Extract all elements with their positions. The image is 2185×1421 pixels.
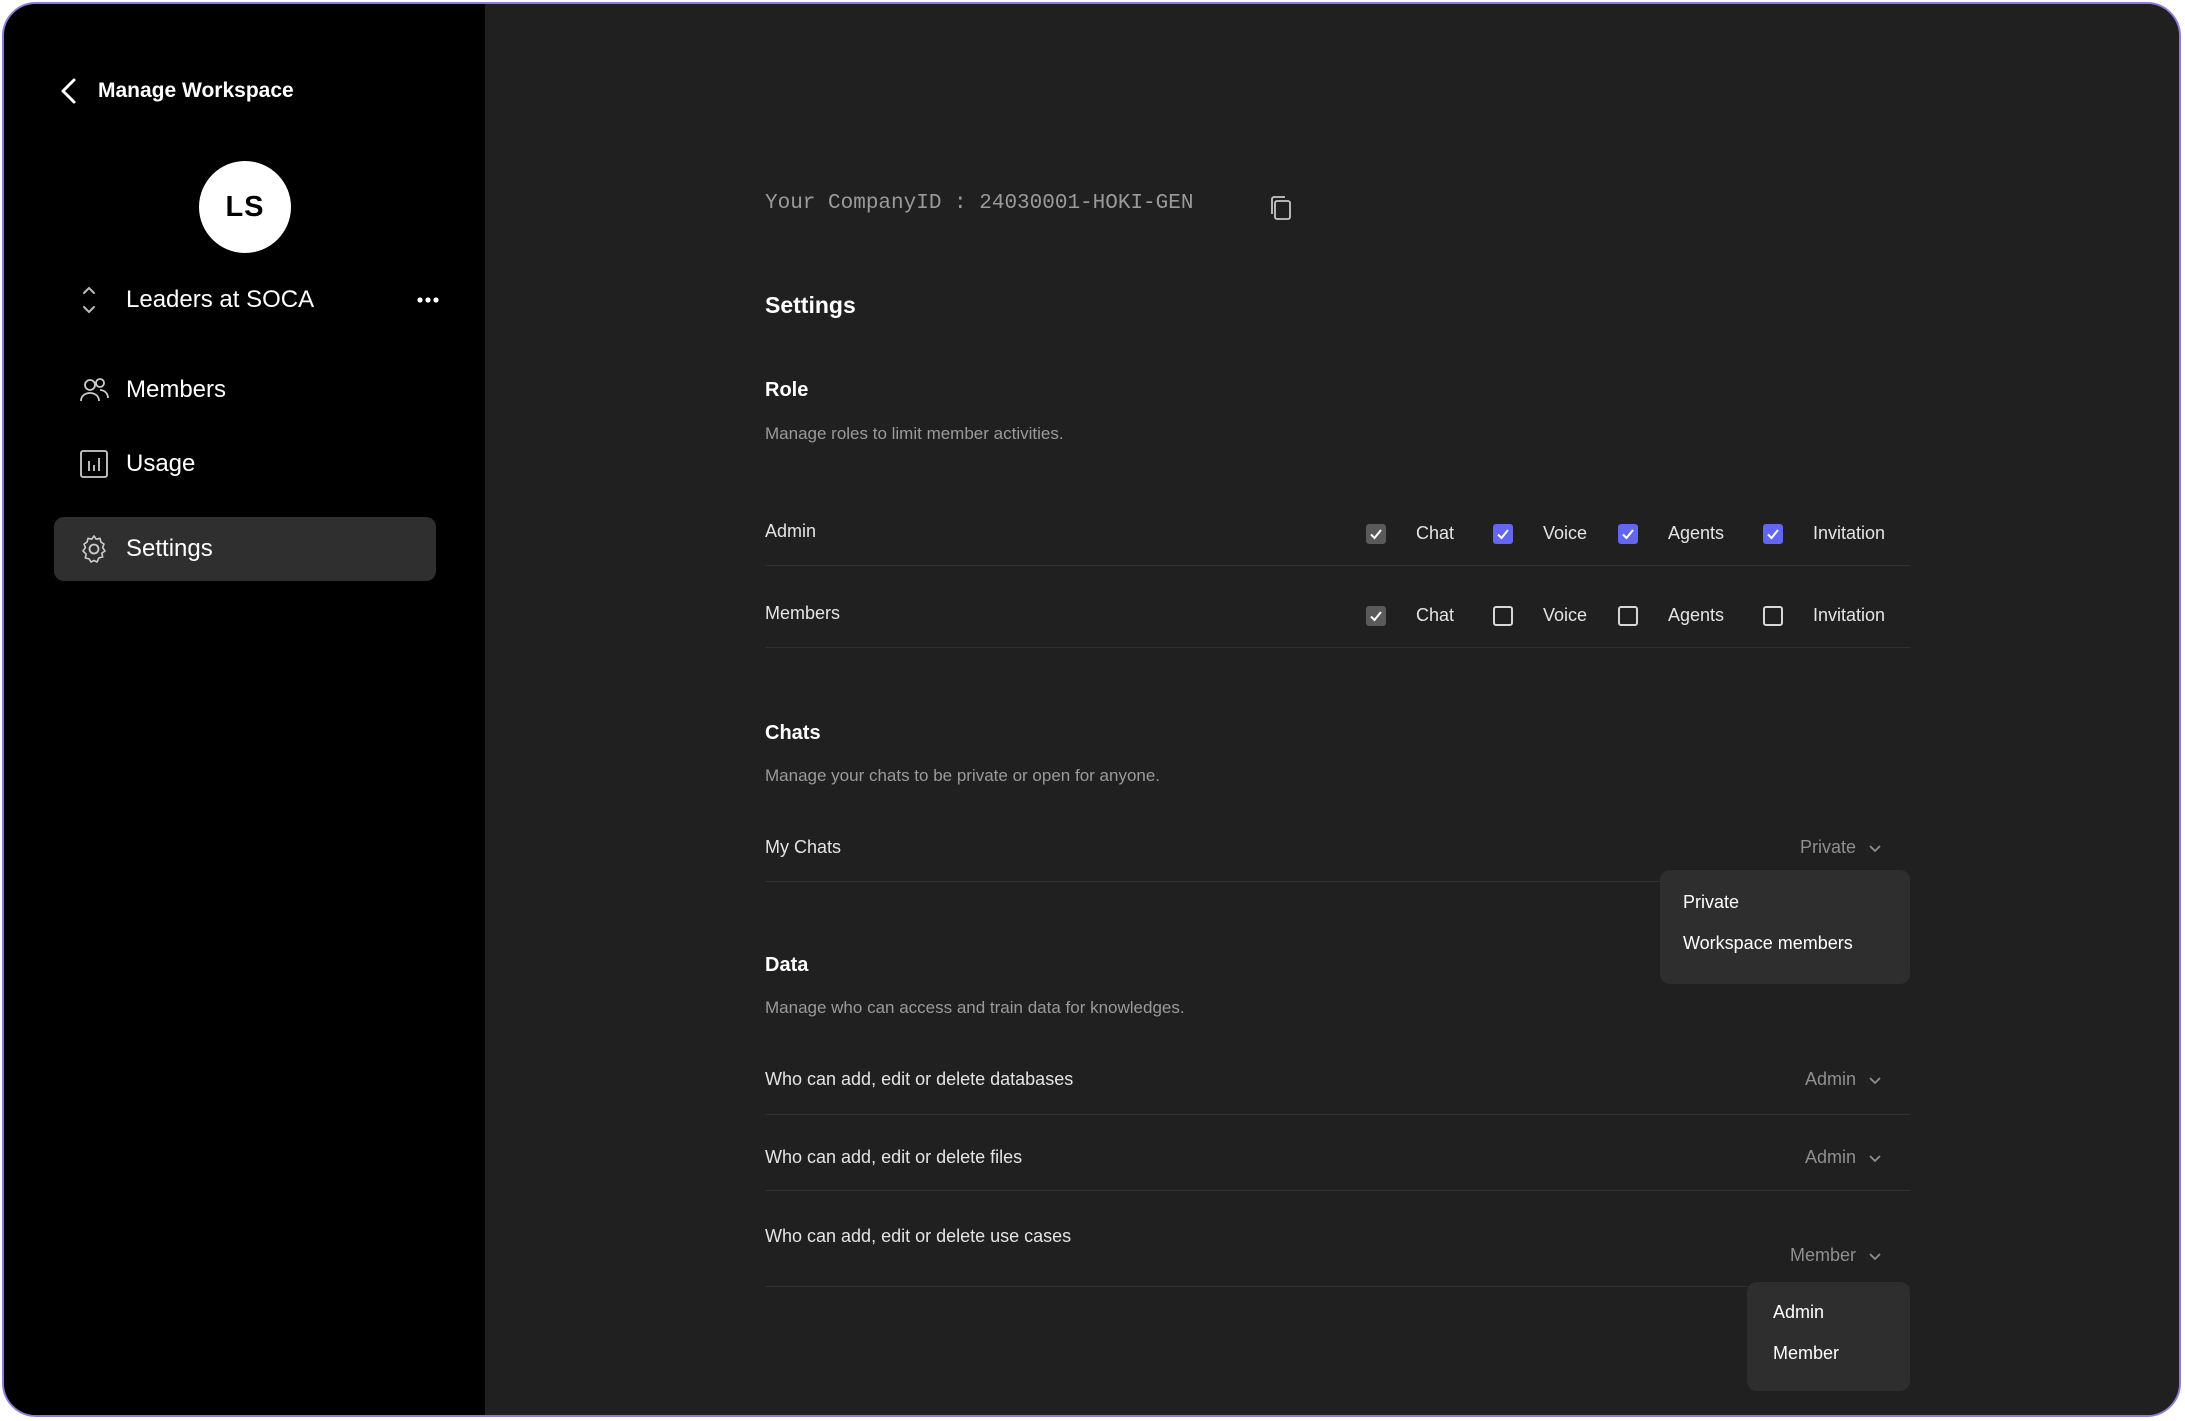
checkbox-checked[interactable] <box>1618 523 1638 544</box>
select-value: Admin <box>1804 1147 1856 1167</box>
select-value: Private <box>1799 837 1856 857</box>
perm-members-agents[interactable]: Agents <box>1618 605 1724 626</box>
data-description: Manage who can access and train data for… <box>765 998 1185 1017</box>
menu-item-workspace-members[interactable]: Workspace members <box>1683 933 1853 954</box>
perm-admin-voice[interactable]: Voice <box>1493 523 1587 544</box>
sidebar-item-settings[interactable]: Settings <box>54 517 436 581</box>
more-icon[interactable] <box>416 295 440 305</box>
role-row-members-label: Members <box>765 603 841 623</box>
sidebar-item-usage[interactable]: Usage <box>54 432 436 496</box>
data-row-use-cases-label: Who can add, edit or delete use cases <box>765 1226 1072 1246</box>
checkbox-checked-locked[interactable] <box>1366 523 1386 544</box>
use-cases-dropdown-menu: Admin Member <box>1747 1282 1910 1391</box>
chats-heading: Chats <box>765 722 821 744</box>
divider <box>765 565 1910 566</box>
divider <box>765 1114 1910 1115</box>
role-row-admin-label: Admin <box>765 521 817 541</box>
perm-label: Invitation <box>1813 523 1886 543</box>
workspace-switcher[interactable]: Leaders at SOCA <box>80 282 440 318</box>
perm-members-invitation[interactable]: Invitation <box>1763 605 1885 626</box>
chats-dropdown-menu: Private Workspace members <box>1660 870 1910 984</box>
role-description: Manage roles to limit member activities. <box>765 424 1064 443</box>
perm-label: Invitation <box>1813 605 1886 625</box>
perm-members-voice[interactable]: Voice <box>1493 605 1587 626</box>
users-icon <box>80 378 109 402</box>
select-value: Admin <box>1804 1069 1856 1089</box>
settings-heading: Settings <box>765 292 856 318</box>
use-cases-select[interactable]: Member <box>1790 1245 1882 1266</box>
perm-admin-chat[interactable]: Chat <box>1366 523 1454 544</box>
chevron-down-icon <box>1869 844 1881 852</box>
menu-item-member[interactable]: Member <box>1773 1343 1839 1364</box>
company-id: Your CompanyID : 24030001-HOKI-GEN <box>765 192 1194 215</box>
settings-panel: Your CompanyID : 24030001-HOKI-GEN Setti… <box>485 4 2179 1415</box>
select-value: Member <box>1789 1245 1856 1265</box>
perm-members-chat[interactable]: Chat <box>1366 605 1454 626</box>
checkbox-checked[interactable] <box>1493 523 1513 544</box>
perm-label: Voice <box>1543 605 1588 625</box>
sidebar-item-label: Usage <box>126 450 196 477</box>
perm-label: Agents <box>1668 605 1725 625</box>
gear-icon <box>82 535 106 563</box>
perm-admin-invitation[interactable]: Invitation <box>1763 523 1885 544</box>
role-heading: Role <box>765 379 809 401</box>
sidebar-item-label: Settings <box>126 535 213 562</box>
perm-label: Agents <box>1668 523 1725 543</box>
chevron-down-icon <box>1869 1076 1881 1084</box>
chats-description: Manage your chats to be private or open … <box>765 766 1161 785</box>
workspace-name: Leaders at SOCA <box>126 286 315 313</box>
chevron-up-down-icon <box>83 287 95 313</box>
chart-icon <box>80 450 108 478</box>
checkbox-checked-locked[interactable] <box>1366 605 1386 626</box>
back-button[interactable]: Manage Workspace <box>56 74 294 108</box>
checkbox-checked[interactable] <box>1763 523 1783 544</box>
perm-label: Chat <box>1416 523 1455 543</box>
my-chats-select[interactable]: Private <box>1800 837 1882 858</box>
data-row-databases-label: Who can add, edit or delete databases <box>765 1069 1074 1089</box>
perm-label: Chat <box>1416 605 1455 625</box>
sidebar: Manage Workspace LS Leaders at SOCA Memb… <box>4 4 485 1415</box>
app-window: Manage Workspace LS Leaders at SOCA Memb… <box>2 2 2181 1417</box>
copy-icon[interactable] <box>1269 194 1293 222</box>
divider <box>765 1190 1910 1191</box>
perm-admin-agents[interactable]: Agents <box>1618 523 1724 544</box>
chevron-down-icon <box>1869 1252 1881 1260</box>
my-chats-label: My Chats <box>765 837 842 857</box>
files-select[interactable]: Admin <box>1805 1147 1882 1168</box>
data-row-files-label: Who can add, edit or delete files <box>765 1147 1023 1167</box>
sidebar-item-label: Members <box>126 376 227 403</box>
data-heading: Data <box>765 954 809 976</box>
page-title: Manage Workspace <box>98 79 294 102</box>
databases-select[interactable]: Admin <box>1805 1069 1882 1090</box>
checkbox-unchecked[interactable] <box>1763 605 1783 626</box>
avatar: LS <box>199 161 291 253</box>
chevron-left-icon <box>61 78 76 104</box>
divider <box>765 647 1910 648</box>
menu-item-admin[interactable]: Admin <box>1773 1302 1824 1323</box>
chevron-down-icon <box>1869 1154 1881 1162</box>
divider <box>765 1286 1910 1287</box>
sidebar-item-members[interactable]: Members <box>54 358 436 422</box>
checkbox-unchecked[interactable] <box>1618 605 1638 626</box>
menu-item-private[interactable]: Private <box>1683 892 1739 913</box>
checkbox-unchecked[interactable] <box>1493 605 1513 626</box>
perm-label: Voice <box>1543 523 1588 543</box>
